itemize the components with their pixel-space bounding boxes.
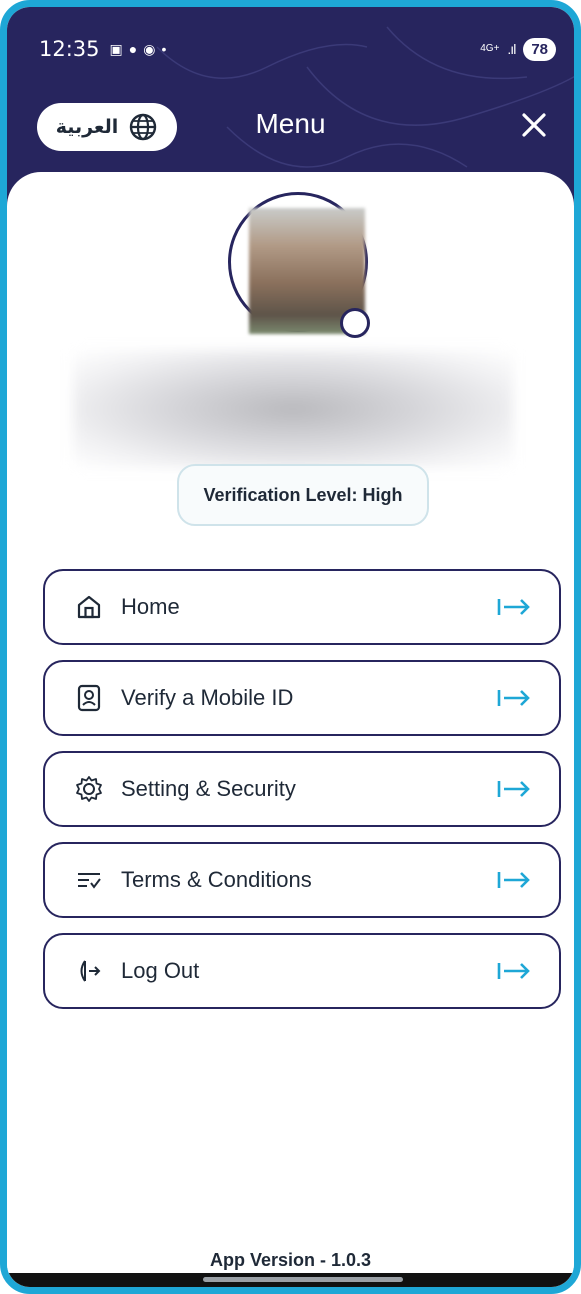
status-right: 4G+ .ıl 78 [480, 37, 556, 61]
verification-badge: Verification Level: High [177, 464, 429, 526]
menu-sheet: Verification Level: High Home Verify a M… [7, 172, 574, 1287]
battery-indicator: 78 [523, 37, 556, 61]
home-icon [73, 591, 105, 623]
app-notification-icon: ◉ [143, 40, 156, 57]
page-title: Menu [255, 108, 326, 139]
menu-item-log-out[interactable]: Log Out [43, 933, 561, 1009]
phone-frame: 12:35 ▣ ● ◉ • 4G+ .ıl 78 العربية Menu Ve… [0, 0, 581, 1294]
menu-item-setting-security[interactable]: Setting & Security [43, 751, 561, 827]
list-check-icon [73, 864, 105, 896]
signal-icon: .ıl [507, 41, 516, 57]
close-icon [522, 113, 546, 137]
logout-icon [73, 955, 105, 987]
arrow-right-icon [497, 599, 530, 615]
more-notifications-icon: • [161, 41, 167, 57]
notification-icons: ▣ ● ◉ • [110, 41, 167, 58]
chat-icon: ● [128, 41, 138, 57]
network-type: 4G+ [480, 43, 500, 54]
status-time: 12:35 [39, 37, 100, 61]
user-name-redacted [73, 350, 513, 468]
home-indicator[interactable] [203, 1277, 403, 1282]
menu-item-label: Log Out [121, 958, 200, 983]
menu-list: Home Verify a Mobile ID Setting & Securi… [43, 569, 561, 1024]
status-bar: 12:35 ▣ ● ◉ • 4G+ .ıl 78 [39, 33, 556, 65]
arrow-right-icon [497, 872, 530, 888]
gear-icon [73, 773, 105, 805]
menu-item-terms-conditions[interactable]: Terms & Conditions [43, 842, 561, 918]
arrow-right-icon [497, 963, 530, 979]
app-version: App Version - 1.0.3 [209, 1250, 372, 1270]
menu-item-label: Verify a Mobile ID [121, 685, 294, 710]
close-button[interactable] [516, 107, 552, 143]
arrow-right-icon [497, 690, 530, 706]
menu-item-label: Setting & Security [121, 776, 296, 801]
avatar-flag-badge [340, 308, 370, 338]
menu-item-label: Home [121, 594, 180, 619]
menu-item-home[interactable]: Home [43, 569, 561, 645]
id-badge-icon [73, 682, 105, 714]
menu-item-verify-mobile-id[interactable]: Verify a Mobile ID [43, 660, 561, 736]
screenshot-icon: ▣ [109, 40, 123, 57]
menu-item-label: Terms & Conditions [121, 867, 312, 892]
arrow-right-icon [497, 781, 530, 797]
